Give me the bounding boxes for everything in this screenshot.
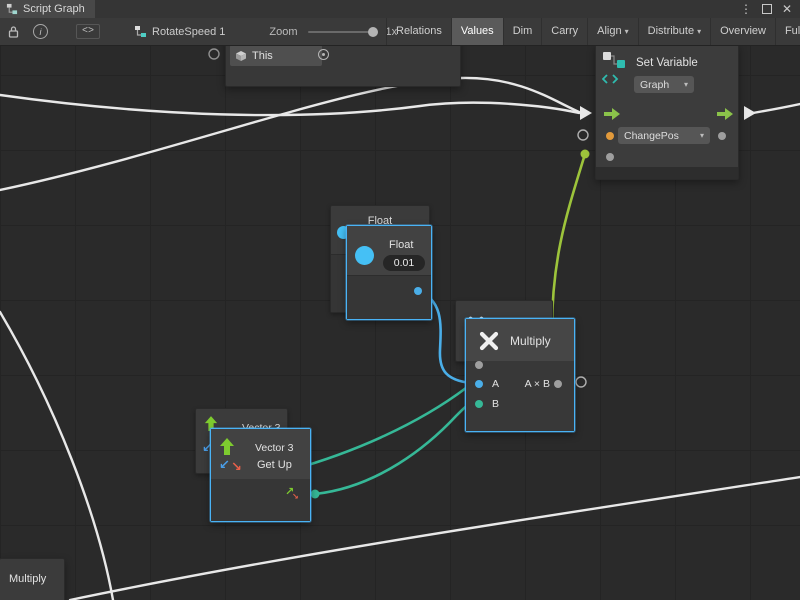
button-label: Relations xyxy=(396,18,442,45)
node-title: Multiply xyxy=(510,334,551,348)
close-icon[interactable]: ✕ xyxy=(782,0,792,18)
dim-button[interactable]: Dim xyxy=(503,18,542,45)
cube-icon xyxy=(235,50,247,62)
carry-button[interactable]: Carry xyxy=(541,18,587,45)
arrow-down-left-icon: ↙ xyxy=(219,458,230,471)
window-controls: ⋮ ✕ xyxy=(740,0,800,18)
title-bar: Script Graph ⋮ ✕ xyxy=(0,0,800,19)
graph-breadcrumb-icon xyxy=(134,25,147,38)
input-b-label: B xyxy=(492,398,499,410)
node-title: Float xyxy=(389,239,413,251)
maximize-icon[interactable] xyxy=(762,4,772,14)
chevron-down-icon: ▾ xyxy=(700,131,704,140)
button-label: Dim xyxy=(513,18,533,45)
info-icon[interactable]: i xyxy=(33,24,48,39)
output-port[interactable] xyxy=(718,132,726,140)
node-vector3-get-up[interactable]: Vector 3 ↙ ↘ Get Up ↗ ↘ xyxy=(210,428,311,522)
multiply-icon xyxy=(478,330,500,352)
button-label: Overview xyxy=(720,18,766,45)
menu-icon[interactable]: ⋮ xyxy=(740,0,752,18)
node-body xyxy=(347,276,431,319)
variable-name-dropdown[interactable]: ChangePos ▾ xyxy=(618,127,710,144)
scope-label: Graph xyxy=(640,79,669,91)
output-label: A × B xyxy=(525,378,550,390)
node-footer xyxy=(596,167,738,179)
button-label: Carry xyxy=(551,18,578,45)
tab-title: Script Graph xyxy=(23,3,85,15)
node-multiply-corner[interactable]: Multiply xyxy=(0,558,65,600)
toolbar-buttons: Relations Values Dim Carry Align▾ Distri… xyxy=(386,18,800,45)
distribute-button[interactable]: Distribute▾ xyxy=(638,18,710,45)
zoom-slider[interactable] xyxy=(308,31,378,33)
lock-icon[interactable] xyxy=(8,25,19,38)
relations-button[interactable]: Relations xyxy=(386,18,451,45)
script-graph-icon xyxy=(6,3,18,15)
arrow-up-icon xyxy=(219,438,235,456)
zoom-slider-knob[interactable] xyxy=(368,27,378,37)
self-output-port[interactable] xyxy=(318,49,329,60)
input-port[interactable] xyxy=(475,361,483,369)
input-b-port[interactable] xyxy=(475,400,483,408)
value-input-port[interactable] xyxy=(606,153,614,161)
set-variable-icon xyxy=(602,51,628,87)
script-graph-window: This Set Variable Graph ▾ ChangePos ▾ xyxy=(0,0,800,600)
arrow-down-right-icon: ↘ xyxy=(231,460,242,473)
this-chip[interactable]: This xyxy=(230,45,322,66)
overview-button[interactable]: Overview xyxy=(710,18,775,45)
input-a-port[interactable] xyxy=(475,380,483,388)
variable-name-port[interactable] xyxy=(606,132,614,140)
node-float[interactable]: Float 0.01 xyxy=(346,225,432,320)
node-body xyxy=(466,361,574,431)
graph-toolbar: i <> RotateSpeed 1 Zoom 1x Relations Val… xyxy=(0,18,800,46)
button-label: Full Screen xyxy=(785,18,800,45)
float-output-port[interactable] xyxy=(414,287,422,295)
values-button[interactable]: Values xyxy=(451,18,503,45)
button-label: Values xyxy=(461,18,494,45)
result-output-port[interactable] xyxy=(554,380,562,388)
node-title: Vector 3 xyxy=(255,442,294,454)
chevron-down-icon: ▾ xyxy=(684,80,688,89)
breadcrumb-graph-name[interactable]: RotateSpeed 1 xyxy=(152,26,225,38)
flow-out-arrow-icon[interactable] xyxy=(717,108,733,120)
vector3-type-icon: ↘ xyxy=(292,493,299,501)
full-screen-button[interactable]: Full Screen xyxy=(775,18,800,45)
node-title: Set Variable xyxy=(636,57,698,69)
zoom-label: Zoom xyxy=(269,26,297,38)
code-icon[interactable]: <> xyxy=(76,24,100,39)
tab-script-graph[interactable]: Script Graph xyxy=(0,0,95,18)
variable-name-label: ChangePos xyxy=(624,130,679,142)
variable-scope-dropdown[interactable]: Graph ▾ xyxy=(634,76,694,93)
chevron-down-icon: ▾ xyxy=(625,18,629,45)
node-multiply[interactable]: Multiply A A × B B xyxy=(465,318,575,432)
button-label: Align xyxy=(597,18,621,45)
button-label: Distribute xyxy=(648,18,694,45)
info-glyph: i xyxy=(40,27,42,37)
node-set-variable[interactable]: Set Variable Graph ▾ ChangePos ▾ xyxy=(595,44,739,180)
operation-label: Get Up xyxy=(257,459,292,471)
flow-in-arrow-icon[interactable] xyxy=(604,108,620,120)
chevron-down-icon: ▾ xyxy=(697,18,701,45)
float-value-input[interactable]: 0.01 xyxy=(383,255,425,271)
this-label: This xyxy=(252,50,273,62)
node-title: Multiply xyxy=(9,573,46,585)
align-button[interactable]: Align▾ xyxy=(587,18,637,45)
float-type-icon xyxy=(355,246,374,265)
input-a-label: A xyxy=(492,378,499,390)
